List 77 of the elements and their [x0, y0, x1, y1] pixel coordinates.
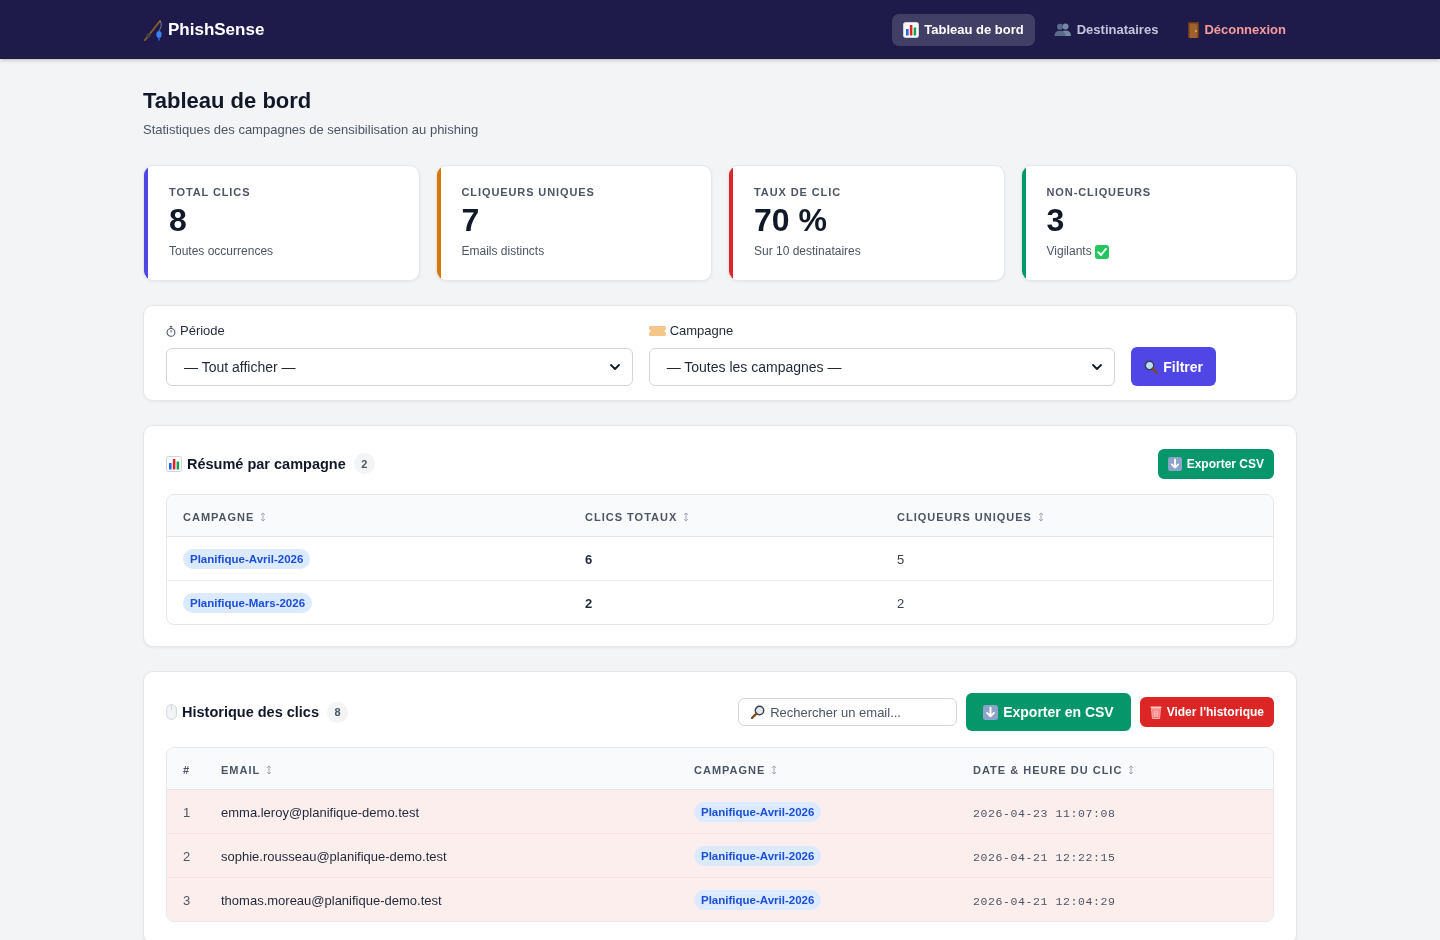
clear-history-button[interactable]: Vider l'historique: [1139, 697, 1274, 727]
ticket-icon: [648, 326, 666, 336]
select-field[interactable]: — Toutes les campagnes —: [648, 348, 1116, 386]
total-clicks: 6: [585, 551, 593, 567]
stat-label: TOTAL CLICS: [169, 185, 251, 199]
row-number: 3: [183, 892, 191, 908]
filter-button[interactable]: Filtrer: [1131, 347, 1216, 386]
download-icon: [1167, 456, 1182, 471]
stopwatch-icon: [166, 325, 176, 337]
door-icon: [1188, 21, 1200, 38]
stat-note: Toutes occurrences: [169, 244, 274, 259]
nav-link[interactable]: Tableau de bord: [892, 13, 1035, 46]
column-header[interactable]: #: [183, 763, 191, 776]
search-field[interactable]: Rechercher un email...: [738, 698, 958, 726]
search-icon: [1144, 359, 1159, 374]
search-icon: [751, 705, 766, 719]
chevron-down-icon: [1092, 364, 1103, 370]
email-text: sophie.rousseau@planifique-demo.test: [221, 848, 447, 864]
stat-value: 7: [461, 202, 480, 238]
sort-icon[interactable]: [260, 511, 267, 522]
stat-label: TAUX DE CLIC: [754, 185, 841, 199]
bar-chart-icon: [903, 21, 920, 38]
bar-chart-icon: [166, 455, 182, 472]
column-header[interactable]: CLIQUEURS UNIQUES: [897, 510, 1032, 523]
email-text: thomas.moreau@planifique-demo.test: [221, 892, 442, 908]
total-clicks: 2: [585, 595, 593, 611]
sort-icon[interactable]: [771, 764, 778, 775]
stat-value: 3: [1046, 202, 1065, 238]
column-header[interactable]: EMAIL: [221, 763, 261, 776]
click-datetime: 2026-04-23 11:07:08: [973, 806, 1116, 820]
campaign-tag: Planifique-Avril-2026: [183, 548, 311, 569]
fishing-rod-icon: [143, 18, 165, 41]
trash-icon: [1149, 705, 1162, 719]
panel-title: Historique des clics: [182, 704, 319, 720]
stat-label: NON-CLIQUEURS: [1046, 185, 1152, 199]
campaign-tag: Planifique-Mars-2026: [183, 592, 313, 613]
stat-value: 70 %: [754, 202, 827, 238]
campaign-tag: Planifique-Avril-2026: [694, 845, 822, 866]
sort-icon[interactable]: [266, 764, 273, 775]
nav-link[interactable]: Déconnexion: [1177, 13, 1297, 46]
select-field[interactable]: — Tout afficher —: [166, 348, 633, 386]
count-badge: 8: [327, 701, 348, 723]
mouse-icon: [166, 704, 177, 720]
page-subtitle: Statistiques des campagnes de sensibilisation au phishing: [143, 121, 480, 138]
people-icon: [1053, 23, 1072, 36]
click-datetime: 2026-04-21 12:22:15: [973, 850, 1116, 864]
column-header[interactable]: CAMPAGNE: [183, 510, 255, 523]
count-badge: 2: [353, 453, 375, 474]
column-header[interactable]: DATE & HEURE DU CLIC: [973, 763, 1123, 776]
unique-clickers: 2: [897, 595, 905, 611]
sort-icon[interactable]: [1037, 511, 1044, 522]
filter-label: Campagne: [669, 323, 734, 339]
campaign-tag: Planifique-Avril-2026: [694, 801, 822, 822]
export-csv-button[interactable]: Exporter en CSV: [966, 693, 1131, 731]
page-title: Tableau de bord: [143, 87, 313, 115]
sort-icon[interactable]: [1128, 764, 1135, 775]
campaign-tag: Planifique-Avril-2026: [694, 889, 822, 910]
row-number: 2: [183, 848, 191, 864]
stat-label: CLIQUEURS UNIQUES: [461, 185, 595, 199]
filter-label: Période: [180, 323, 225, 339]
download-icon: [983, 704, 999, 720]
nav-link[interactable]: Destinataires: [1042, 14, 1170, 45]
row-number: 1: [183, 804, 191, 820]
email-text: emma.leroy@planifique-demo.test: [221, 804, 420, 820]
column-header[interactable]: CAMPAGNE: [694, 763, 766, 776]
column-header[interactable]: CLICS TOTAUX: [585, 510, 678, 523]
stat-value: 8: [169, 202, 187, 238]
brand-name: PhishSense: [168, 19, 265, 40]
stat-note: Sur 10 destinataires: [754, 244, 861, 259]
stat-note: Vigilants: [1046, 244, 1092, 259]
sort-icon[interactable]: [683, 511, 690, 522]
click-datetime: 2026-04-21 12:04:29: [973, 894, 1116, 908]
chevron-down-icon: [609, 364, 620, 370]
stat-note: Emails distincts: [461, 244, 545, 259]
unique-clickers: 5: [897, 551, 905, 567]
panel-title: Résumé par campagne: [187, 455, 346, 472]
export-csv-button[interactable]: Exporter CSV: [1157, 448, 1274, 479]
